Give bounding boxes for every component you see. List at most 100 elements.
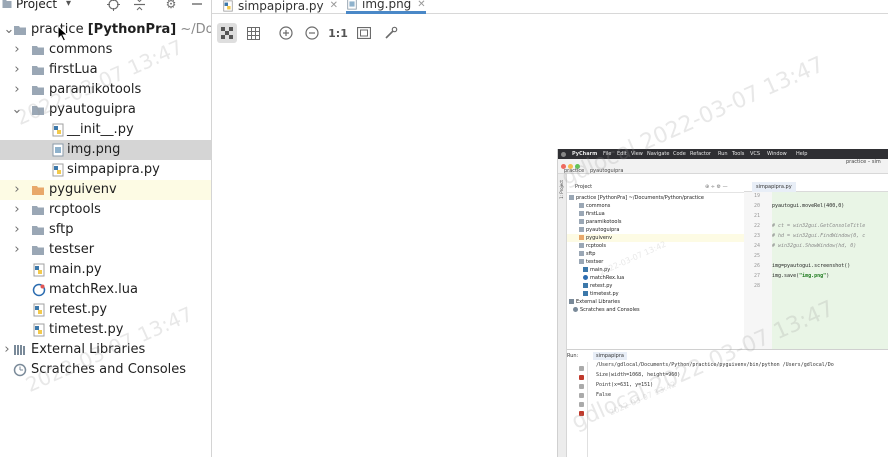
mouse-cursor-icon: [57, 25, 69, 42]
chevron-right-icon[interactable]: ›: [12, 60, 22, 80]
image-line-number: 28: [753, 283, 760, 289]
chevron-right-icon[interactable]: ›: [12, 220, 22, 240]
tree-item-firstlua[interactable]: › firstLua: [0, 60, 211, 80]
image-line-number: 21: [753, 213, 760, 219]
chevron-down-icon[interactable]: ▾: [66, 0, 71, 9]
tree-item-img-png[interactable]: img.png: [0, 140, 211, 160]
close-icon[interactable]: ✕: [417, 0, 425, 10]
tree-item-label: main.py: [49, 262, 102, 277]
image-line-number: 20: [753, 203, 760, 209]
tree-item-matchrex-lua[interactable]: matchRex.lua: [0, 280, 211, 300]
close-icon[interactable]: ✕: [330, 0, 338, 11]
image-menu-item: Run: [718, 151, 728, 157]
tree-item-label: sftp: [49, 222, 74, 237]
folder-icon: [32, 186, 44, 195]
chevron-right-icon[interactable]: ›: [2, 340, 12, 360]
image-tree-item: Scratches and Consoles: [573, 306, 640, 314]
folder-icon: [14, 26, 26, 35]
image-file-icon: [347, 0, 357, 10]
image-output-line: /Users/gdlocal/Documents/Python/practice…: [596, 362, 834, 368]
image-tree-item: commons: [579, 202, 610, 210]
image-code-line: # hd = win32gui.FindWindow(0, c: [772, 233, 866, 239]
image-code-line: # win32gui.ShowWindow(hd, 0): [772, 243, 857, 249]
chevron-right-icon[interactable]: ›: [12, 180, 22, 200]
image-run-header: Run:: [567, 353, 579, 359]
project-view-selector[interactable]: Project: [0, 0, 57, 11]
tree-item-timetest-py[interactable]: timetest.py: [0, 320, 211, 340]
tree-item-label: commons: [49, 42, 113, 57]
tree-item-retest-py[interactable]: retest.py: [0, 300, 211, 320]
image-breadcrumb: practice pyautoguipra practice – sim: [558, 159, 888, 174]
chevron-down-icon[interactable]: ⌄: [12, 100, 23, 120]
chevron-right-icon[interactable]: ›: [12, 80, 22, 100]
folder-icon: [32, 46, 44, 55]
image-output-line: False: [596, 392, 612, 398]
tree-item-label: retest.py: [49, 302, 108, 317]
zoom-in-icon[interactable]: [276, 23, 296, 43]
image-editor-tabs: simpapipra.py: [744, 181, 888, 192]
color-picker-icon[interactable]: [381, 23, 401, 43]
image-run-tab: simpapipra: [593, 352, 627, 360]
tree-item-pyguivenv[interactable]: › pyguivenv: [0, 180, 211, 200]
tab-simpapipra-py[interactable]: simpapipra.py ✕: [222, 0, 338, 14]
python-file-icon: [33, 323, 45, 337]
project-panel-header: Project ▾ ⚙: [0, 0, 211, 14]
tree-item-rcptools[interactable]: › rcptools: [0, 200, 211, 220]
locate-file-icon[interactable]: [106, 0, 120, 11]
image-menu-item: VCS: [750, 151, 761, 157]
fit-zoom-icon[interactable]: [354, 23, 374, 43]
tree-item-label: __init__.py: [67, 122, 134, 137]
image-line-number: 24: [753, 243, 760, 249]
image-menu-item: Navigate: [647, 151, 670, 157]
image-code-line: # ct = win32gui.GetConsoleTitle: [772, 223, 866, 229]
image-tree-item: pyautoguipra: [579, 226, 619, 234]
tree-item-external-libraries[interactable]: › External Libraries: [0, 340, 211, 360]
tree-item-scratches-and-consoles[interactable]: Scratches and Consoles: [0, 360, 211, 380]
image-tree-item: matchRex.lua: [583, 274, 624, 282]
tree-item-label: External Libraries: [31, 342, 146, 357]
gear-icon[interactable]: ⚙: [164, 0, 178, 11]
chevron-right-icon[interactable]: ›: [12, 240, 22, 260]
image-menu-item: Edit: [617, 151, 627, 157]
tree-item-paramikotools[interactable]: › paramikotools: [0, 80, 211, 100]
tab-label: simpapipra.py: [238, 0, 324, 13]
image-tree-item: main.py: [583, 266, 610, 274]
tree-item-practice[interactable]: ⌄ practice [PythonPra] ~/Docu: [0, 20, 211, 40]
tree-item-init-py[interactable]: __init__.py: [0, 120, 211, 140]
hide-panel-icon[interactable]: [190, 0, 204, 11]
python-file-icon: [223, 0, 233, 12]
tree-item-commons[interactable]: › commons: [0, 40, 211, 60]
actual-size-button[interactable]: 1:1: [328, 23, 348, 43]
tree-item-main-py[interactable]: main.py: [0, 260, 211, 280]
image-code-line: img.save("img.png"): [772, 273, 830, 279]
image-line-number: 26: [753, 263, 760, 269]
image-menu-item: Tools: [732, 151, 745, 157]
image-menu-item: PyCharm: [572, 151, 598, 157]
lua-file-icon: [32, 283, 46, 297]
image-code-area: [772, 192, 888, 349]
chevron-right-icon[interactable]: ›: [12, 40, 22, 60]
image-tree-item: testser: [579, 258, 603, 266]
folder-icon: [32, 106, 44, 115]
image-code-line: img=pyautogui.screenshot(): [772, 263, 851, 269]
tree-item-simpapipra-py[interactable]: simpapipra.py: [0, 160, 211, 180]
python-file-icon: [33, 303, 45, 317]
tree-item-pyautoguipra[interactable]: ⌄ pyautoguipra: [0, 100, 211, 120]
tree-item-sftp[interactable]: › sftp: [0, 220, 211, 240]
image-project-panel: Project ⊕ ÷ ⚙ — practice [PythonPra] ~/D…: [567, 174, 744, 349]
library-icon: [14, 345, 25, 355]
chevron-right-icon[interactable]: ›: [12, 200, 22, 220]
chessboard-background-icon[interactable]: [217, 23, 237, 43]
image-window-title: practice – sim: [846, 159, 881, 165]
tree-item-label: pyguivenv: [49, 182, 117, 197]
project-panel: Project ▾ ⚙ ⌄ practice [PythonPra] ~/Doc…: [0, 0, 212, 457]
zoom-out-icon[interactable]: [302, 23, 322, 43]
image-tree-item: retest.py: [583, 282, 612, 290]
tab-img-png[interactable]: img.png ✕: [346, 0, 426, 14]
grid-icon[interactable]: [243, 23, 263, 43]
collapse-all-icon[interactable]: [132, 0, 146, 11]
image-menu-item: File: [603, 151, 612, 157]
tree-item-testser[interactable]: › testser: [0, 240, 211, 260]
project-tree: ⌄ practice [PythonPra] ~/Docu › commons …: [0, 20, 211, 380]
image-line-number: 25: [753, 253, 760, 259]
